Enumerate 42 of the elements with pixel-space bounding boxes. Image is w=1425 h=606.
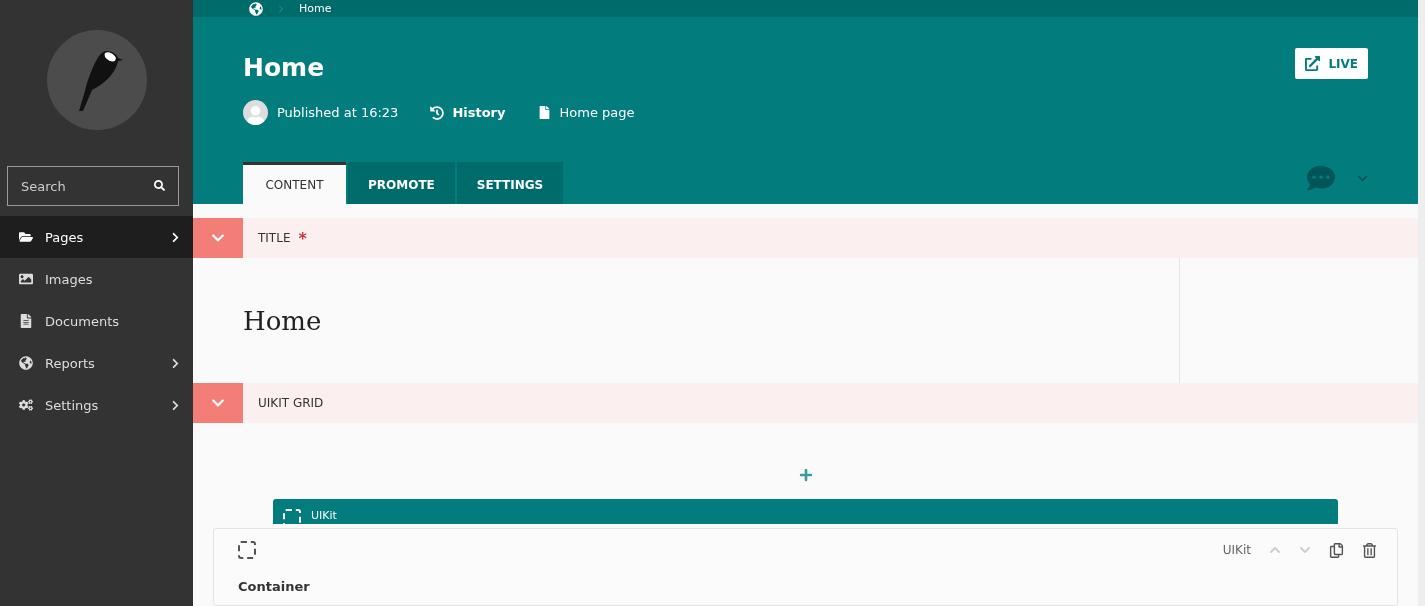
move-up-icon[interactable] xyxy=(1269,544,1281,556)
block-header-bar[interactable]: UIKit xyxy=(273,499,1338,524)
document-icon xyxy=(19,314,33,328)
tab[interactable]: CONTENT xyxy=(243,162,346,204)
sidebar-item[interactable]: Documents xyxy=(0,300,193,342)
page-type: Home page xyxy=(559,105,635,120)
collapse-toggle[interactable] xyxy=(193,218,243,258)
live-button[interactable]: LIVE xyxy=(1295,48,1368,79)
search-field[interactable]: Search xyxy=(7,166,179,206)
panel-label: UIKIT GRID xyxy=(258,396,324,410)
delete-icon[interactable] xyxy=(1362,542,1377,558)
chevron-right-icon xyxy=(277,4,285,13)
tab[interactable]: PROMOTE xyxy=(348,162,455,204)
panel-label: TITLE xyxy=(258,231,291,245)
breadcrumb-link[interactable]: Home xyxy=(299,2,332,15)
sidebar-item[interactable]: Pages xyxy=(0,216,193,258)
move-down-icon[interactable] xyxy=(1299,544,1311,556)
search-icon xyxy=(154,180,165,191)
sidebar-item[interactable]: Images xyxy=(0,258,193,300)
sidebar-item[interactable]: Reports xyxy=(0,342,193,384)
publish-status: Published at 16:23 xyxy=(277,105,399,120)
comment-icon[interactable] xyxy=(1307,164,1335,192)
tab[interactable]: SETTINGS xyxy=(456,162,564,204)
block-type: UIKit xyxy=(1222,543,1251,557)
duplicate-icon[interactable] xyxy=(1329,542,1344,558)
block-label: UIKit xyxy=(311,509,337,522)
block-heading: Container xyxy=(238,579,311,594)
history-icon xyxy=(430,105,445,120)
required-mark: * xyxy=(298,228,307,248)
history-link[interactable]: History xyxy=(430,105,506,120)
globe-icon[interactable] xyxy=(249,1,263,16)
dashed-square-icon xyxy=(238,541,256,559)
globe-icon xyxy=(19,356,33,370)
avatar-icon xyxy=(243,100,268,125)
sidebar-item[interactable]: Settings xyxy=(0,384,193,426)
page-title: Home xyxy=(243,53,325,82)
external-link-icon xyxy=(1305,56,1321,71)
file-icon xyxy=(537,106,551,119)
image-icon xyxy=(19,272,33,286)
collapse-toggle[interactable] xyxy=(193,383,243,423)
gears-icon xyxy=(19,398,33,412)
folder-icon xyxy=(19,230,33,244)
